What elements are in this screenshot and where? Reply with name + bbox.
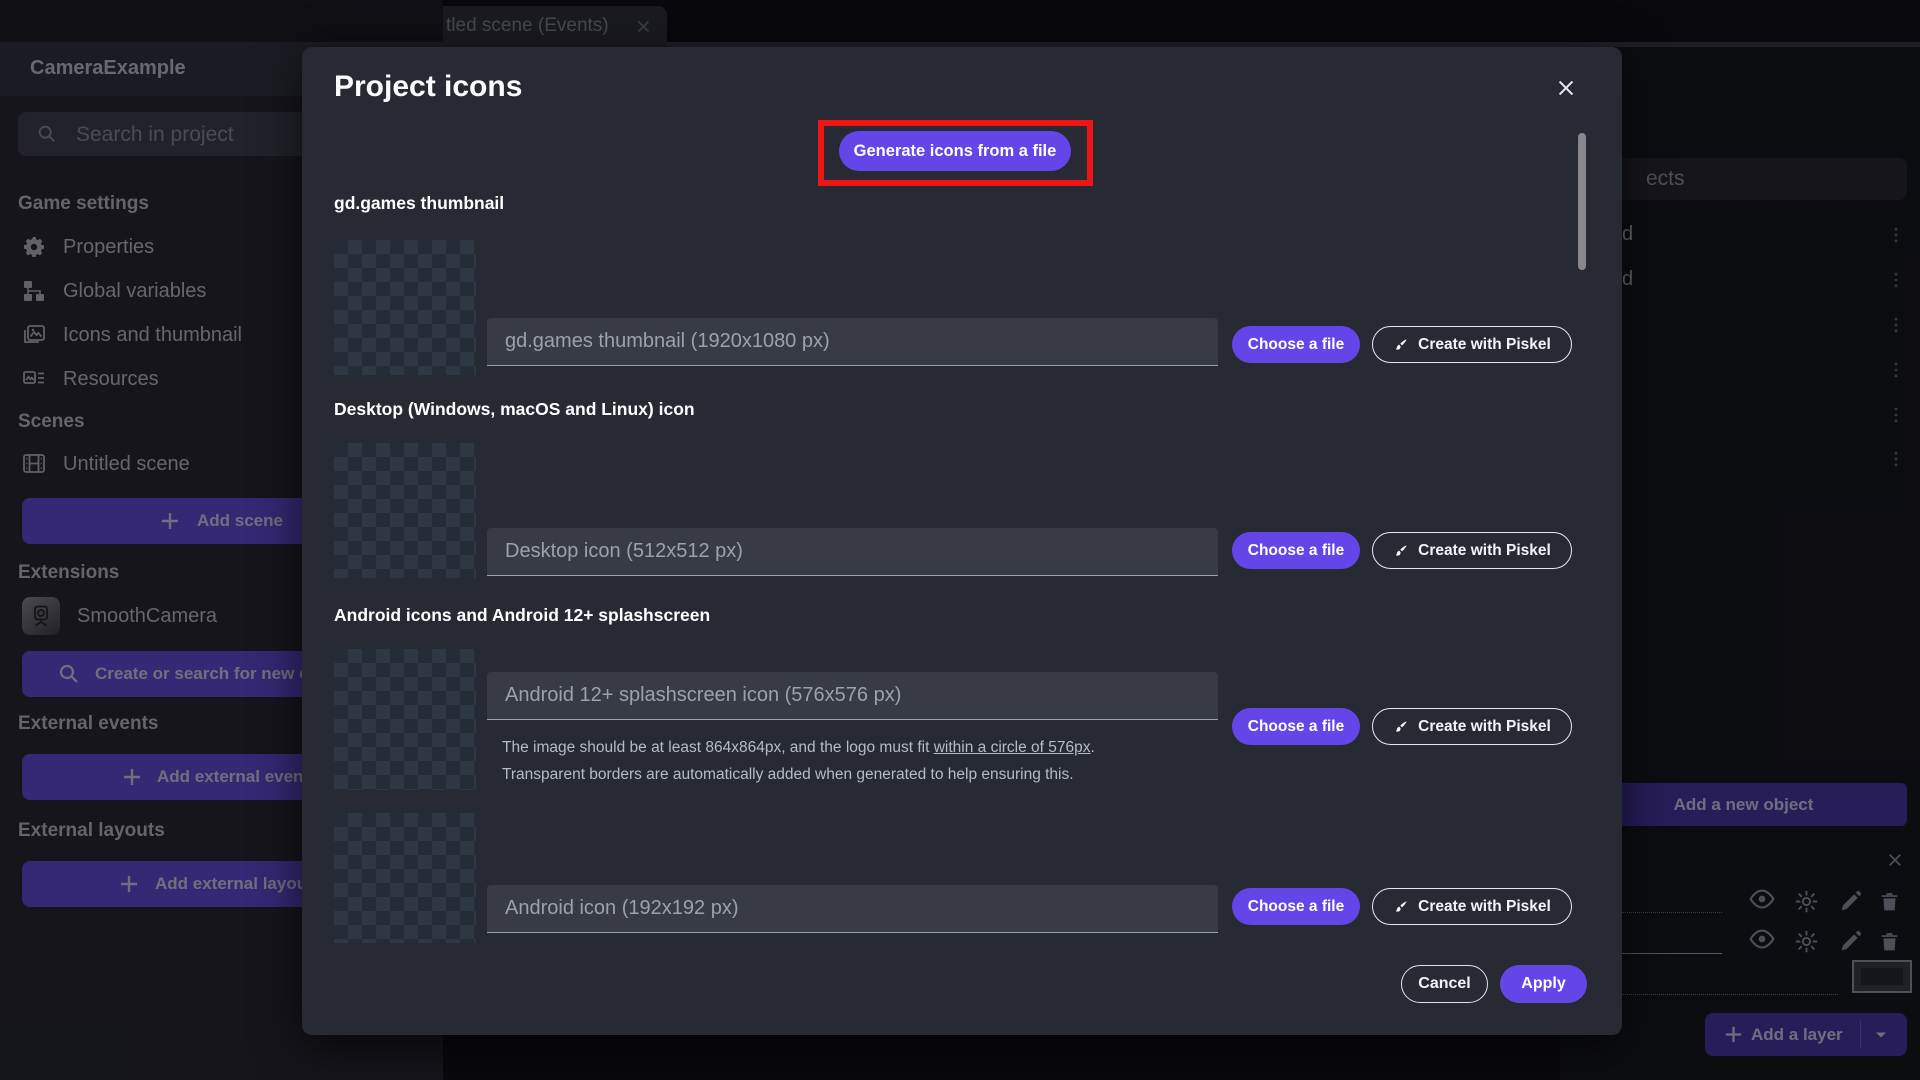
choose-file-label: Choose a file	[1247, 541, 1345, 559]
project-icons-dialog: Project icons Generate icons from a file…	[302, 47, 1622, 1035]
android-icon-input[interactable]	[487, 885, 1218, 932]
desktop-icon-field	[487, 528, 1218, 576]
help-text: .	[1090, 739, 1095, 756]
brush-icon	[1395, 544, 1407, 556]
thumbnail-preview-gdgames	[334, 240, 476, 375]
apply-button[interactable]: Apply	[1500, 965, 1587, 1003]
create-with-piskel-button[interactable]: Create with Piskel	[1372, 326, 1572, 363]
create-with-piskel-button[interactable]: Create with Piskel	[1372, 532, 1572, 569]
choose-file-label: Choose a file	[1247, 335, 1345, 353]
gdgames-thumbnail-field	[487, 318, 1218, 366]
section-heading-desktop: Desktop (Windows, macOS and Linux) icon	[334, 399, 695, 419]
generate-icons-button[interactable]: Generate icons from a file	[839, 131, 1071, 171]
gdgames-thumbnail-input[interactable]	[487, 318, 1218, 365]
thumbnail-preview-desktop	[334, 443, 476, 578]
choose-file-button[interactable]: Choose a file	[1232, 888, 1360, 925]
section-heading-android: Android icons and Android 12+ splashscre…	[334, 605, 711, 625]
android-icon-field	[487, 885, 1218, 933]
choose-file-label: Choose a file	[1247, 897, 1345, 915]
brush-icon	[1395, 900, 1407, 912]
dialog-title: Project icons	[334, 70, 523, 103]
create-with-piskel-button[interactable]: Create with Piskel	[1372, 888, 1572, 925]
generate-icons-label: Generate icons from a file	[853, 141, 1057, 160]
help-link[interactable]: within a circle of 576px	[934, 739, 1091, 756]
splashscreen-help-line1: The image should be at least 864x864px, …	[502, 739, 1095, 757]
cancel-button[interactable]: Cancel	[1401, 965, 1488, 1003]
android-splashscreen-field	[487, 672, 1218, 720]
choose-file-button[interactable]: Choose a file	[1232, 708, 1360, 745]
create-with-piskel-button[interactable]: Create with Piskel	[1372, 708, 1572, 745]
brush-icon	[1395, 338, 1407, 350]
splashscreen-help-line2: Transparent borders are automatically ad…	[502, 766, 1074, 783]
create-with-piskel-label: Create with Piskel	[1418, 717, 1551, 735]
choose-file-button[interactable]: Choose a file	[1232, 532, 1360, 569]
gdevelop-editor: tled scene (Events) ects d d	[0, 0, 1920, 1080]
choose-file-label: Choose a file	[1247, 717, 1345, 735]
thumbnail-preview-android-icon	[334, 813, 476, 943]
create-with-piskel-label: Create with Piskel	[1418, 335, 1551, 353]
android-splashscreen-input[interactable]	[487, 672, 1218, 719]
create-with-piskel-label: Create with Piskel	[1418, 897, 1551, 915]
section-heading-gdgames: gd.games thumbnail	[334, 193, 505, 213]
brush-icon	[1395, 720, 1407, 732]
create-with-piskel-label: Create with Piskel	[1418, 541, 1551, 559]
dialog-scrollbar-thumb[interactable]	[1578, 133, 1586, 270]
desktop-icon-input[interactable]	[487, 528, 1218, 575]
dialog-close-icon[interactable]	[1555, 77, 1577, 99]
choose-file-button[interactable]: Choose a file	[1232, 326, 1360, 363]
help-text: The image should be at least 864x864px, …	[502, 739, 934, 756]
thumbnail-preview-splashscreen	[334, 649, 476, 790]
